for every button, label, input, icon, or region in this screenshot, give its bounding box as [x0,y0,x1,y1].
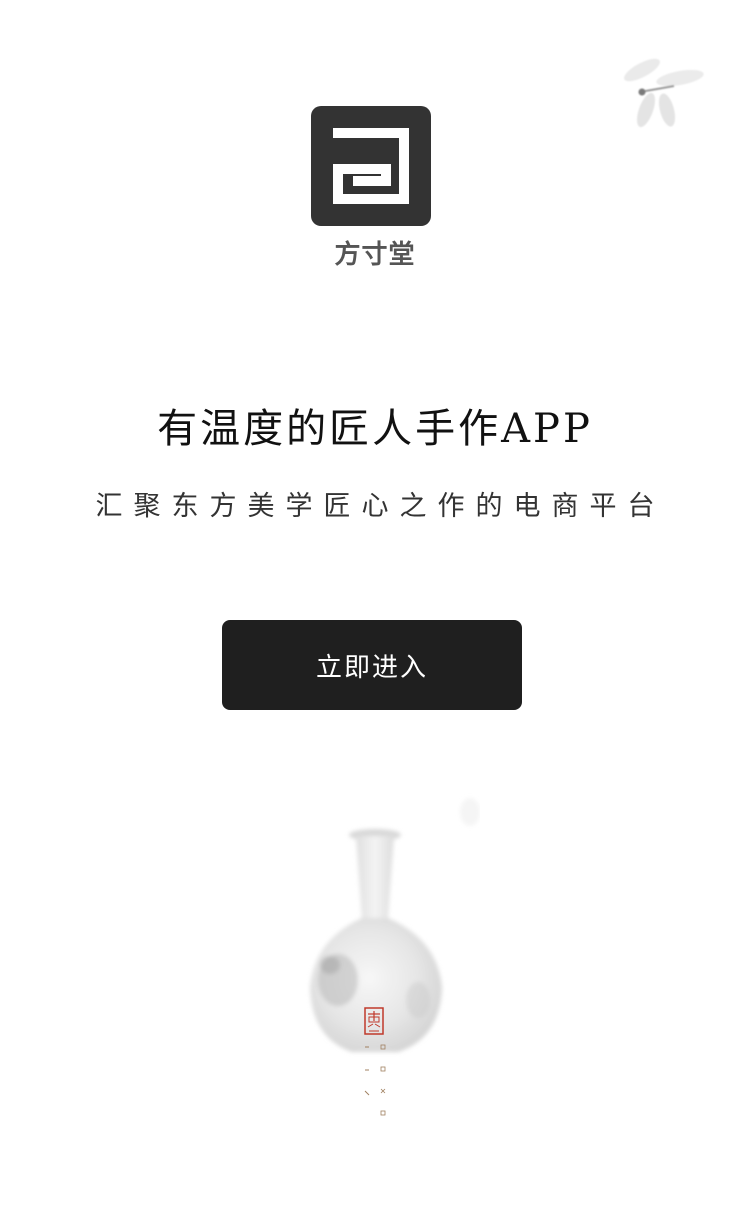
brand-name: 方寸堂 [334,240,416,270]
red-seal-icon [364,1007,384,1035]
decorative-marks-left [363,1037,371,1116]
dragonfly-icon [612,48,712,138]
subline: 汇聚东方美学匠心之作的电商平台 [95,491,666,522]
enter-button[interactable]: 立即进入 [222,620,522,710]
decorative-marks-right [379,1037,387,1136]
square-spiral-logo-icon [311,106,431,226]
headline: 有温度的匠人手作APP [157,406,593,452]
